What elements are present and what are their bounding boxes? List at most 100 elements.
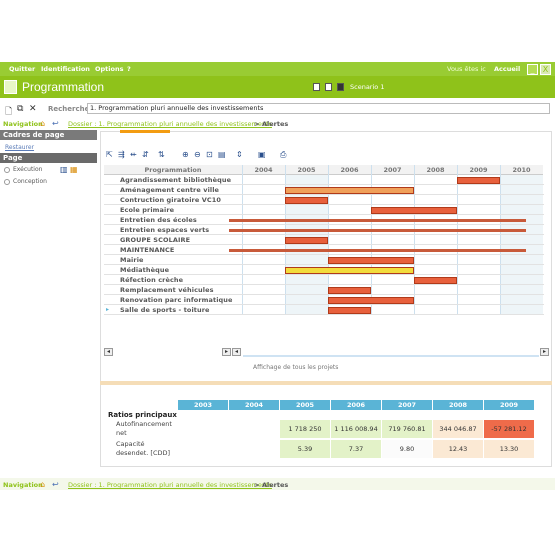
menu-options[interactable]: Options [95,65,123,73]
user-status-text: Vous êtes ic [447,65,486,73]
gantt-row[interactable]: Remplacement véhicules [104,285,544,295]
footer-back-icon[interactable]: ↩ [52,480,59,489]
print-icon[interactable]: ⎙ [280,150,286,160]
menu-quitter[interactable]: Quitter [9,65,35,73]
breadcrumb-link[interactable]: Dossier : 1. Programmation pluri annuell… [68,120,272,128]
ratios-divider [100,381,552,385]
breadcrumb-current: Alertes [262,120,289,128]
back-icon[interactable]: ↩ [52,119,59,128]
delete-icon[interactable]: ✕ [29,104,37,114]
menu-identification[interactable]: Identification [41,65,90,73]
ratio-year-header: 2008 [433,400,483,410]
search-label: Recherche [48,105,90,113]
gantt-bar[interactable] [229,229,526,232]
active-tab-indicator[interactable] [120,130,170,133]
gantt-row[interactable]: Aménagement centre ville [104,185,544,195]
gantt-bar[interactable] [414,277,457,284]
gantt-row[interactable]: Entretien espaces verts [104,225,544,235]
gantt-row[interactable]: Médiathèque [104,265,544,275]
gantt-row[interactable]: Mairie [104,255,544,265]
footer-bar: Navigation ⌂ ↩ Dossier : 1. Programmatio… [0,478,555,490]
footer-home-icon[interactable]: ⌂ [40,480,45,489]
title-bar: Programmation Scenario 1 [0,76,555,98]
ratio-cell: 719 760.81 [382,420,432,438]
show-all-projects: Affichage de tous les projets [253,364,339,371]
outline-icon[interactable]: ⇱ [106,150,113,159]
gantt-row[interactable]: Contruction giratoire VC10 [104,195,544,205]
gantt-toolbar: ⇱ ⇶ ⇷ ⇵ ⇅ ⊕ ⊖ ⊡ ▤ ⇕ ▣ ⎙ [104,150,304,162]
view-icon[interactable]: ▣ [258,150,266,159]
chart-icon[interactable]: ▦ [70,165,78,174]
gantt-bar[interactable] [285,187,414,194]
gantt-row[interactable]: Renovation parc informatique [104,295,544,305]
search-input[interactable]: 1. Programmation pluri annuelle des inve… [87,103,550,114]
year-header: 2007 [371,165,414,175]
outdent-icon[interactable]: ⇷ [130,150,137,159]
scroll-left-button[interactable]: ◂ [104,348,113,356]
edit-icon[interactable] [325,83,332,91]
gantt-bar[interactable] [285,237,328,244]
footer-breadcrumb-link[interactable]: Dossier : 1. Programmation pluri annuell… [68,481,272,489]
copy-icon[interactable]: ⧉ [17,104,23,114]
gantt-row-label: Salle de sports - toiture [120,306,210,314]
timeline-scroll-right[interactable]: ▸ [540,348,549,356]
gantt-row[interactable]: Réfection crèche [104,275,544,285]
ratio-year-header: 2009 [484,400,534,410]
new-doc-icon[interactable] [313,83,320,91]
gantt-row-label: Remplacement véhicules [120,286,214,294]
gantt-bar[interactable] [457,177,500,184]
gantt-row[interactable]: Salle de sports - toiture ▸ [104,305,544,315]
gantt-bar[interactable] [328,307,371,314]
gantt-row-label: Mairie [120,256,144,264]
home-icon[interactable]: ⌂ [40,119,45,128]
indent-icon[interactable]: ⇶ [118,150,125,159]
gantt-bar[interactable] [328,257,414,264]
ratio-year-header: 2005 [280,400,330,410]
close-button[interactable]: X [540,64,551,75]
horizontal-scrollbar[interactable] [243,355,539,357]
gantt-bar[interactable] [229,219,526,222]
accueil-link[interactable]: Accueil [494,65,520,73]
gantt-row[interactable]: Agrandissement bibliothèque [104,175,544,185]
zoom-out-icon[interactable]: ⊖ [194,150,201,159]
restaurer-link[interactable]: Restaurer [5,144,34,151]
ratio-row-label-2: net [116,429,127,437]
footer-navigation-label: Navigation [3,481,43,489]
collapse-icon[interactable]: ⇵ [142,150,149,159]
ratio-cell: 1 116 008.94 [331,420,381,438]
gantt-bar[interactable] [328,287,371,294]
year-header: 2008 [414,165,457,175]
gantt-row-label: GROUPE SCOLAIRE [120,236,191,244]
ratio-year-header: 2006 [331,400,381,410]
gantt-bar[interactable] [285,197,328,204]
page-title: Programmation [22,80,105,94]
gantt-bar[interactable] [229,249,526,252]
zoom-in-icon[interactable]: ⊕ [182,150,189,159]
gantt-row-label: Agrandissement bibliothèque [120,176,232,184]
scroll-right-button[interactable]: ▸ [222,348,231,356]
gantt-row[interactable]: GROUPE SCOLAIRE [104,235,544,245]
ratio-cell: 1 718 250 [280,420,330,438]
menu-help[interactable]: ? [127,65,131,73]
gantt-row[interactable]: MAINTENANCE [104,245,544,255]
gantt-bar[interactable] [328,297,414,304]
gantt-row[interactable]: Entretien des écoles [104,215,544,225]
ratio-row-label: Autofinancement [116,420,172,428]
gantt-row-label: Entretien des écoles [120,216,197,224]
radio-execution[interactable] [4,167,10,173]
book-icon[interactable]: ▥ [60,165,68,174]
calendar-icon[interactable]: ▤ [218,150,226,159]
timeline-scroll-left[interactable]: ◂ [232,348,241,356]
radio-conception[interactable] [4,179,10,185]
gantt-bar[interactable] [285,267,414,274]
app-icon [4,80,17,94]
gantt-row-label: Entretien espaces verts [120,226,210,234]
save-icon[interactable] [337,83,344,91]
minimize-button[interactable]: _ [527,64,538,75]
columns-icon[interactable]: ⇕ [236,150,243,159]
gantt-row[interactable]: Ecole primaire [104,205,544,215]
sort-icon[interactable]: ⇅ [158,150,165,159]
fit-icon[interactable]: ⊡ [206,150,213,159]
ratio-row-label: Capacité [116,440,145,448]
gantt-bar[interactable] [371,207,457,214]
